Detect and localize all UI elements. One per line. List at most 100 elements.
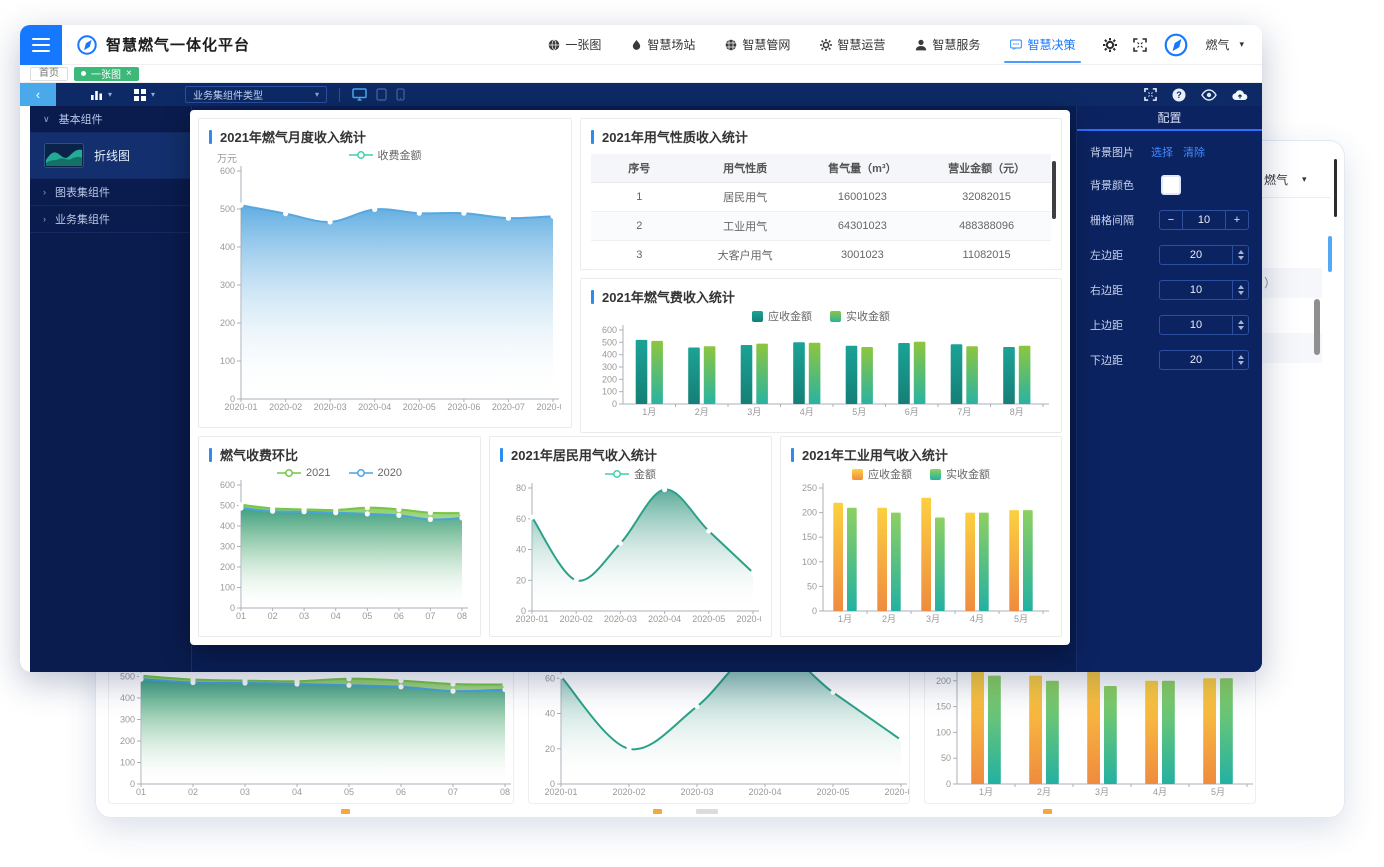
settings-gear-icon[interactable]	[1103, 38, 1117, 52]
bar-chart-icon	[90, 89, 103, 101]
nav-item-operations[interactable]: 智慧运营	[820, 25, 885, 65]
svg-text:2020-03: 2020-03	[680, 787, 713, 797]
number-spinner[interactable]	[1232, 246, 1248, 264]
svg-text:06: 06	[394, 611, 404, 621]
sidebar-group-chartset[interactable]: › 图表集组件	[30, 179, 191, 206]
chart-legend: 应收金额 实收金额	[591, 308, 1051, 324]
svg-text:4月: 4月	[800, 407, 814, 417]
svg-text:4月: 4月	[970, 614, 984, 624]
tab-home[interactable]: 首页	[30, 67, 68, 81]
tab-one-map[interactable]: 一张图 ×	[74, 67, 139, 81]
nav-item-one-map[interactable]: 一张图	[548, 25, 601, 65]
left-gutter	[20, 106, 30, 672]
margin-right-input[interactable]: 10	[1159, 280, 1249, 300]
sidebar-group-basic[interactable]: ∨ 基本组件	[30, 106, 191, 133]
save-cloud-icon[interactable]	[1232, 89, 1248, 101]
legend-item[interactable]: 实收金额	[930, 466, 990, 482]
fullscreen-icon[interactable]	[1133, 38, 1147, 52]
config-row-margin-top: 上边距 10	[1090, 315, 1249, 335]
expand-icon[interactable]	[1144, 88, 1157, 101]
svg-text:20: 20	[516, 575, 526, 585]
background-window-user[interactable]: 燃气 ▾	[1264, 171, 1307, 188]
svg-text:150: 150	[936, 702, 951, 712]
legend-item[interactable]: 应收金额	[852, 466, 912, 482]
preview-eye-icon[interactable]	[1201, 89, 1217, 101]
card-gas-fee-income: 2021年燃气费收入统计 应收金额实收金额 010020030040050060…	[580, 278, 1062, 433]
svg-text:2月: 2月	[882, 614, 896, 624]
svg-text:6月: 6月	[905, 407, 919, 417]
caret-down-icon: ▾	[1302, 174, 1307, 185]
legend-item[interactable]: 2021	[277, 467, 330, 479]
svg-text:2月: 2月	[695, 407, 709, 417]
tab-dot	[81, 71, 86, 76]
svg-text:1月: 1月	[838, 614, 852, 624]
number-spinner[interactable]	[1232, 281, 1248, 299]
legend-fragment	[341, 809, 350, 814]
svg-text:500: 500	[220, 501, 235, 511]
card-title: 2021年工业用气收入统计	[791, 445, 1051, 464]
nav-item-pipeline[interactable]: 智慧管网	[725, 25, 790, 65]
table-row: 1 居民用气 16001023 32082015	[591, 182, 1051, 211]
svg-text:500: 500	[602, 337, 617, 347]
chart-type-dropdown[interactable]: ▾	[90, 89, 112, 101]
fee-ratio-area-chart: 01002003004005006000102030405060708	[209, 479, 470, 628]
scrollbar[interactable]	[1334, 159, 1337, 217]
config-panel-title: 配置	[1077, 106, 1262, 131]
legend-item[interactable]: 实收金额	[830, 308, 890, 324]
legend-item[interactable]: 应收金额	[752, 308, 812, 324]
number-spinner[interactable]	[1232, 316, 1248, 334]
chevron-down-icon: ▾	[151, 90, 155, 99]
user-logo-icon[interactable]	[1163, 32, 1189, 58]
card-title: 2021年燃气费收入统计	[591, 287, 1051, 306]
sidebar-group-business[interactable]: › 业务集组件	[30, 206, 191, 233]
stepper-value[interactable]: 10	[1182, 211, 1226, 229]
bg-color-swatch[interactable]	[1161, 175, 1181, 195]
globe-icon	[548, 39, 560, 51]
chevron-down-icon: ▾	[108, 90, 112, 99]
tenant-switcher[interactable]: 燃气 ▾	[1205, 36, 1244, 53]
hamburger-menu-button[interactable]	[20, 25, 62, 65]
tablet-icon[interactable]	[376, 88, 387, 101]
chevron-down-icon: ∨	[43, 114, 50, 125]
component-type-select[interactable]: 业务集组件类型 ▾	[185, 86, 327, 103]
svg-text:0: 0	[946, 779, 951, 789]
margin-top-input[interactable]: 10	[1159, 315, 1249, 335]
chevron-right-icon: ›	[43, 214, 46, 224]
nav-item-service[interactable]: 智慧服务	[915, 25, 980, 65]
legend-item[interactable]: 2020	[349, 467, 402, 479]
legend-item[interactable]: 收费金额	[349, 147, 422, 163]
legend-item[interactable]: 金额	[605, 466, 656, 482]
bg-image-clear-link[interactable]: 清除	[1183, 144, 1205, 160]
config-fields: 背景图片 选择 清除 背景颜色 栅格间隔 − 10 +	[1077, 131, 1262, 398]
svg-text:02: 02	[188, 787, 198, 797]
help-icon[interactable]: ?	[1172, 88, 1186, 102]
svg-text:600: 600	[602, 325, 617, 335]
chart-legend: 应收金额 实收金额	[791, 466, 1051, 482]
decision-chat-icon	[1010, 39, 1022, 51]
nav-item-decision[interactable]: 智慧决策	[1010, 25, 1075, 65]
svg-text:2020-01: 2020-01	[224, 402, 257, 412]
bg-image-select-link[interactable]: 选择	[1151, 144, 1173, 160]
phone-icon[interactable]	[396, 88, 405, 101]
legend-fragment	[696, 809, 718, 814]
grid-gap-stepper: − 10 +	[1159, 210, 1249, 230]
svg-text:07: 07	[448, 787, 458, 797]
sidebar-item-line-chart[interactable]: 折线图	[30, 133, 191, 179]
nav-item-station[interactable]: 智慧场站	[631, 25, 695, 65]
scrollbar[interactable]	[1052, 161, 1056, 219]
number-spinner[interactable]	[1232, 351, 1248, 369]
tenant-label: 燃气	[1205, 36, 1229, 53]
stepper-minus-button[interactable]: −	[1160, 214, 1182, 226]
margin-bottom-input[interactable]: 20	[1159, 350, 1249, 370]
svg-text:2020-06: 2020-06	[736, 614, 761, 624]
desktop-icon[interactable]	[352, 88, 367, 101]
tab-close-icon[interactable]: ×	[126, 69, 132, 79]
config-row-margin-right: 右边距 10	[1090, 280, 1249, 300]
svg-text:05: 05	[362, 611, 372, 621]
legend-fragment	[1043, 809, 1052, 814]
margin-left-input[interactable]: 20	[1159, 245, 1249, 265]
stepper-plus-button[interactable]: +	[1226, 214, 1248, 226]
widget-grid-dropdown[interactable]: ▾	[134, 89, 155, 101]
scrollbar[interactable]	[1314, 299, 1320, 355]
collapse-sidebar-button[interactable]: ‹	[20, 83, 56, 106]
